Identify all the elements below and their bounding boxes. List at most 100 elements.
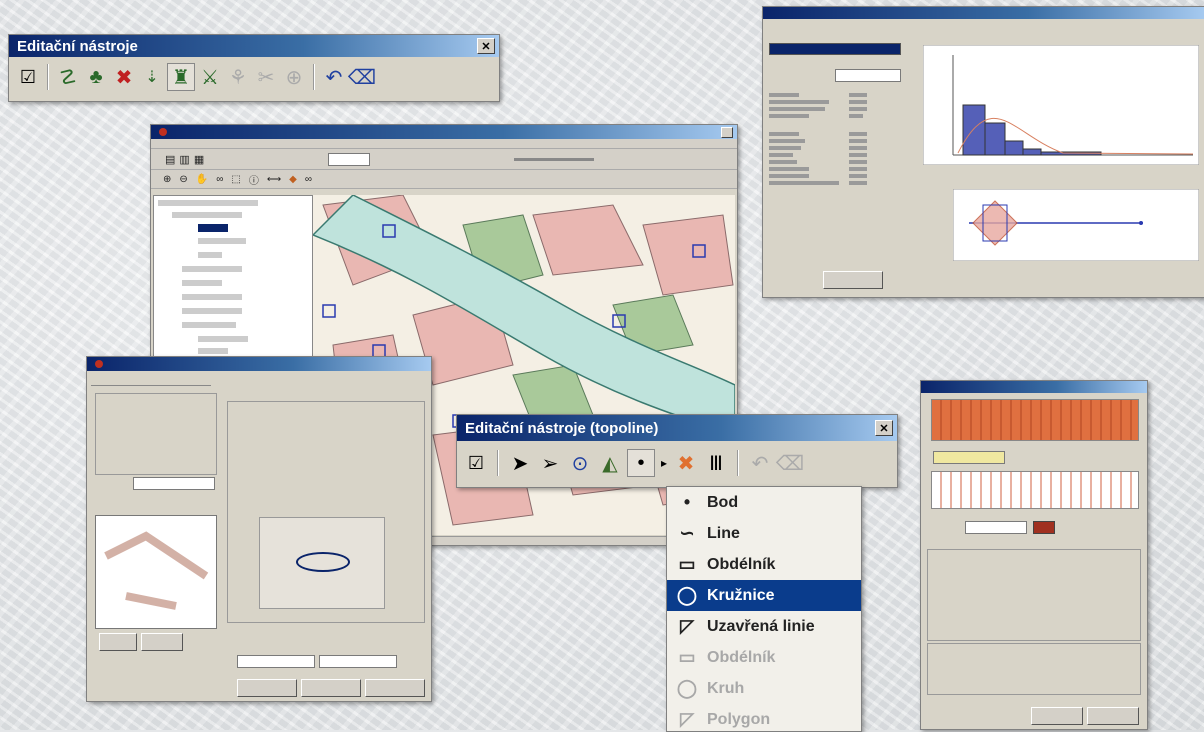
load-button[interactable] xyxy=(1031,707,1083,725)
rotate-circle-icon[interactable]: ⊙ xyxy=(567,450,593,476)
merge-icon[interactable]: ⚘ xyxy=(225,64,251,90)
checkbox-icon[interactable]: ☑ xyxy=(463,450,489,476)
find-icon[interactable]: ∞ xyxy=(305,174,312,185)
cancel-button[interactable] xyxy=(365,679,425,697)
insert-vertex-icon[interactable]: ⇣ xyxy=(139,64,165,90)
layer-tree-node[interactable] xyxy=(182,308,242,314)
layer-icon[interactable]: ◆ xyxy=(289,174,297,185)
close-button[interactable]: ✕ xyxy=(477,38,495,54)
menu-item-label: Uzavřená linie xyxy=(707,617,815,635)
snap-icon[interactable]: ☡ xyxy=(55,64,81,90)
rectangle-icon: ▭ xyxy=(678,554,696,574)
ortho-icon[interactable]: ◭ xyxy=(597,450,623,476)
arrow-select-icon[interactable]: ➤ xyxy=(507,450,533,476)
app-logo-icon xyxy=(95,360,103,368)
ok-button[interactable] xyxy=(823,271,883,289)
split-icon[interactable]: ⚔ xyxy=(197,64,223,90)
arrow-outline-icon[interactable]: ➢ xyxy=(537,450,563,476)
save-button[interactable] xyxy=(1087,707,1139,725)
menu-item-label: Line xyxy=(707,524,740,542)
point-dropdown-arrow-icon[interactable]: ▸ xyxy=(659,450,669,476)
symbol-settings-titlebar[interactable] xyxy=(87,357,431,371)
print-icon[interactable]: ▦ xyxy=(194,153,204,166)
color-swatch[interactable] xyxy=(1033,521,1055,534)
edit-nodes-icon[interactable]: ♜ xyxy=(167,63,195,91)
layer-tree-node[interactable] xyxy=(198,348,228,354)
symbol-preview xyxy=(95,515,217,629)
select-icon[interactable]: ⬚ xyxy=(231,174,240,185)
layer-tree-node[interactable] xyxy=(182,280,222,286)
scale-field[interactable] xyxy=(328,152,371,166)
cancel-edit-icon[interactable]: ⌫ xyxy=(776,450,804,476)
measure-icon[interactable]: ⟷ xyxy=(267,174,281,185)
histogram xyxy=(923,45,1199,165)
statistics-titlebar[interactable] xyxy=(763,7,1204,19)
toolbar-separator xyxy=(47,64,49,90)
table-icon[interactable]: Ⅲ xyxy=(703,450,729,476)
classification-field[interactable] xyxy=(835,69,901,82)
circle-icon: ◯ xyxy=(676,585,698,605)
zoom-slider[interactable] xyxy=(514,157,595,161)
tab-strip[interactable] xyxy=(91,375,211,386)
selected-position[interactable] xyxy=(296,552,350,572)
layer-tree-node[interactable] xyxy=(198,252,222,258)
tool-button[interactable] xyxy=(141,633,183,651)
menu-item-label: Polygon xyxy=(707,710,771,728)
move-icon[interactable]: ♣ xyxy=(83,64,109,90)
point-icon: • xyxy=(683,492,691,512)
rotate-icon[interactable]: ✂ xyxy=(253,64,279,90)
delete-icon[interactable]: ✖ xyxy=(673,450,699,476)
point-icon[interactable]: • xyxy=(627,449,655,477)
menu-item-line[interactable]: ∽ Line xyxy=(667,518,861,549)
layer-tree-node[interactable] xyxy=(198,238,246,244)
pattern-preview-bottom xyxy=(931,471,1139,509)
map-app-titlebar[interactable] xyxy=(151,125,737,139)
undo-icon[interactable]: ↶ xyxy=(321,64,347,90)
size-field[interactable] xyxy=(237,655,315,668)
layer-tree-node[interactable] xyxy=(198,336,248,342)
field-dropdown[interactable] xyxy=(769,43,901,55)
save-icon[interactable]: ▥ xyxy=(179,153,189,166)
statistics-values-panel xyxy=(769,93,899,263)
menu-item-uzavřená-linie[interactable]: ◸ Uzavřená linie xyxy=(667,611,861,642)
pattern-editor-titlebar[interactable] xyxy=(921,381,1147,393)
polygon-icon: ◸ xyxy=(680,709,694,729)
cancel-edit-icon[interactable]: ⌫ xyxy=(348,64,376,90)
pan-icon[interactable]: ✋ xyxy=(196,174,208,185)
menu-bar[interactable] xyxy=(151,139,737,149)
line-type-select[interactable] xyxy=(965,521,1027,534)
open-icon[interactable]: ▤ xyxy=(165,153,175,166)
checkbox-icon[interactable]: ☑ xyxy=(15,64,41,90)
editing-toolbar-titlebar[interactable]: Editační nástroje ✕ xyxy=(9,35,499,57)
menu-item-obdélník[interactable]: ▭ Obdélník xyxy=(667,549,861,580)
main-toolbar-2[interactable]: ⊕ ⊖ ✋ ∞ ⬚ ⓘ ⟷ ◆ ∞ xyxy=(151,170,737,189)
target-icon[interactable]: ⊕ xyxy=(281,64,307,90)
layer-tree-node[interactable] xyxy=(158,200,258,206)
undo-icon[interactable]: ↶ xyxy=(747,450,773,476)
layer-tree-node[interactable] xyxy=(182,294,242,300)
close-button[interactable] xyxy=(721,126,733,138)
line-selector[interactable] xyxy=(933,451,1005,464)
alignment-grid[interactable] xyxy=(259,517,385,609)
layer-tree-node[interactable] xyxy=(182,322,236,328)
apply-button[interactable] xyxy=(301,679,361,697)
layer-tree-node-selected[interactable] xyxy=(198,224,228,232)
close-button[interactable]: ✕ xyxy=(875,420,893,436)
layer-tree-node[interactable] xyxy=(172,212,242,218)
color-field[interactable] xyxy=(319,655,397,668)
disc-icon: ◯ xyxy=(676,678,698,698)
tool-button[interactable] xyxy=(99,633,137,651)
identify-icon[interactable]: ⓘ xyxy=(249,172,259,187)
main-toolbar-1[interactable]: ▤ ▥ ▦ xyxy=(151,149,737,170)
topoline-toolbar-titlebar[interactable]: Editační nástroje (topoline) ✕ xyxy=(457,415,897,441)
layer-tree-node[interactable] xyxy=(182,266,242,272)
topoline-toolbar-title: Editační nástroje (topoline) xyxy=(465,419,659,437)
menu-item-bod[interactable]: • Bod xyxy=(667,487,861,518)
ok-button[interactable] xyxy=(237,679,297,697)
delete-icon[interactable]: ✖ xyxy=(111,64,137,90)
zoom-out-icon[interactable]: ⊖ xyxy=(179,174,187,185)
style-field[interactable] xyxy=(133,477,215,490)
binoculars-icon[interactable]: ∞ xyxy=(216,174,223,185)
zoom-in-icon[interactable]: ⊕ xyxy=(163,174,171,185)
menu-item-kružnice[interactable]: ◯ Kružnice xyxy=(667,580,861,611)
